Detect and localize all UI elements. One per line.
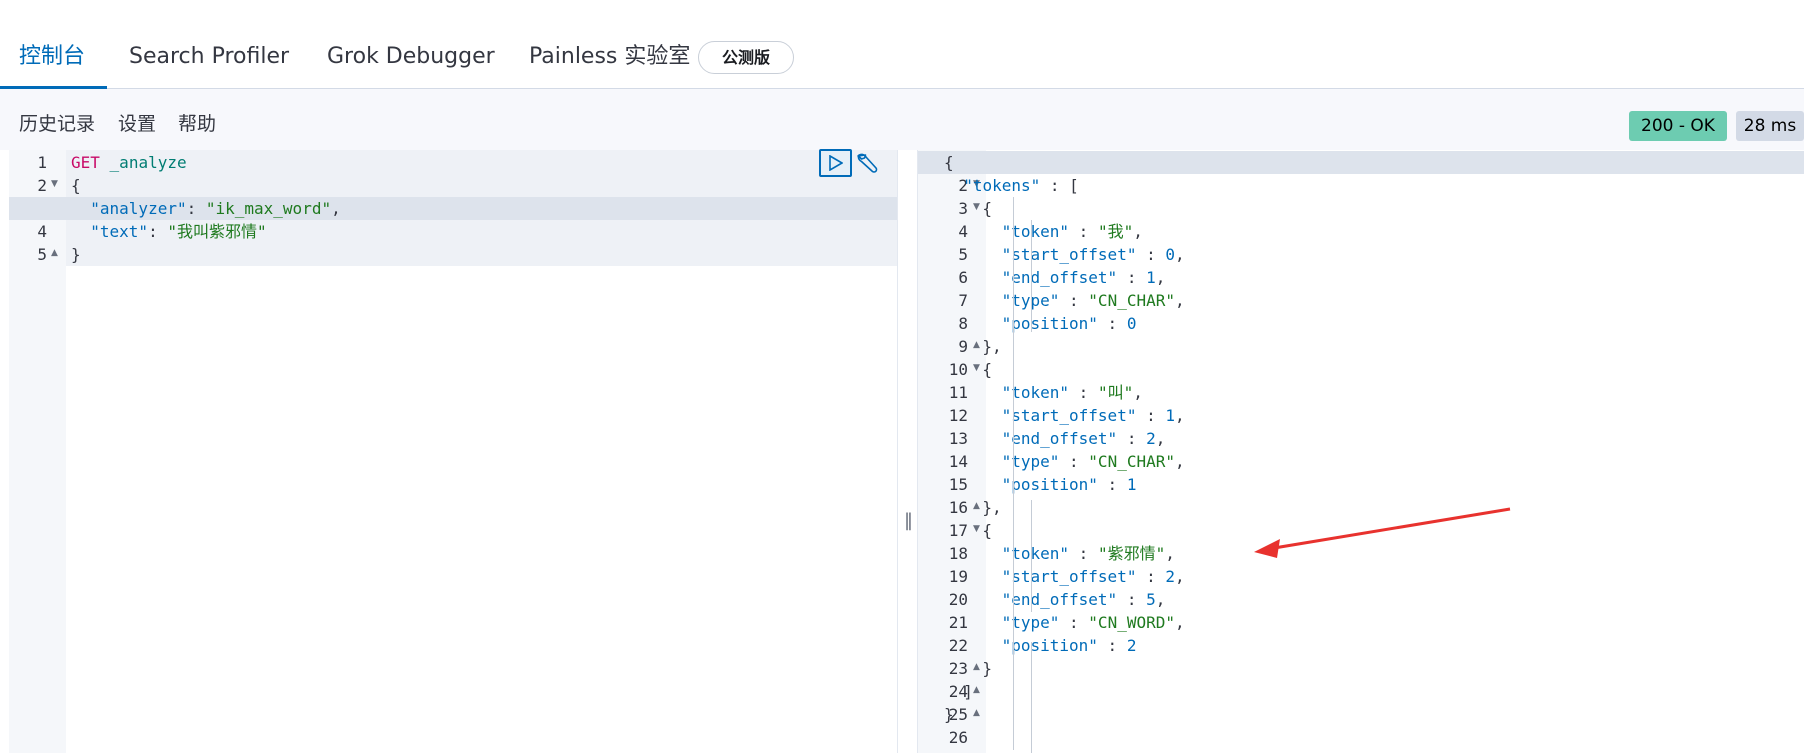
code-line: "token" : "紫邪情", (1001, 544, 1175, 563)
line-number: 13 (948, 429, 968, 448)
line-number: 2 (958, 176, 968, 195)
line-number: 25 (948, 705, 968, 724)
fold-down-icon[interactable]: ▼ (973, 363, 980, 373)
code-line: GET _analyze (71, 151, 187, 174)
code-line: { (982, 199, 993, 218)
help-link[interactable]: 帮助 (178, 111, 216, 137)
resize-handle-icon: ‖ (904, 510, 913, 531)
code-line: "position" : 2 (1001, 636, 1137, 655)
response-status-badge: 200 - OK (1629, 111, 1727, 141)
tab-grok-debugger[interactable]: Grok Debugger (327, 40, 495, 74)
active-line (918, 151, 1804, 174)
code-line: "type" : "CN_CHAR", (1002, 291, 1185, 310)
endpoint: _analyze (109, 153, 187, 172)
request-gutter: 1 2 3 4 5 ▼ ▲ (9, 150, 66, 753)
tab-search-profiler[interactable]: Search Profiler (129, 40, 289, 74)
play-icon (829, 155, 843, 171)
line-number: 17 (948, 521, 968, 540)
line-number: 7 (958, 291, 968, 310)
fold-up-icon[interactable]: ▲ (973, 340, 980, 350)
code-line: "start_offset" : 0, (1001, 245, 1185, 264)
response-editor[interactable]: 1▼2▼3▼456789▲10▼111213141516▲17▼18192021… (918, 150, 1804, 753)
code-line: "token" : "叫", (1001, 383, 1143, 402)
code-line: "position" : 1 (1001, 475, 1137, 494)
tab-bar: 控制台 Search Profiler Grok Debugger Painle… (0, 0, 1804, 89)
response-time-badge: 28 ms (1736, 111, 1804, 141)
line-number: 26 (948, 728, 968, 747)
http-method: GET (71, 153, 100, 172)
line-number: 4 (958, 222, 968, 241)
code-line: } (944, 705, 954, 724)
line-number: 12 (948, 406, 968, 425)
line-number: 24 (948, 682, 968, 701)
code-line: "type" : "CN_CHAR", (1001, 452, 1185, 471)
code-line: }, (982, 498, 1002, 517)
line-number: 5 (958, 245, 968, 264)
fold-up-icon[interactable]: ▲ (973, 685, 980, 695)
fold-down-icon[interactable]: ▼ (973, 524, 980, 534)
line-number: 22 (948, 636, 968, 655)
tab-console[interactable]: 控制台 (19, 40, 85, 74)
code-line: "end_offset" : 2, (1001, 429, 1166, 448)
code-line: } (71, 245, 81, 264)
code-line: { (982, 360, 993, 379)
code-line: "type" : "CN_WORD", (1001, 613, 1185, 632)
code-line: ] (963, 682, 973, 701)
fold-up-icon[interactable]: ▲ (973, 708, 980, 718)
panel-resizer[interactable]: ‖ (897, 150, 918, 753)
send-request-button[interactable] (819, 149, 852, 177)
code-line: "start_offset" : 2, (1001, 567, 1185, 586)
fold-up-icon[interactable]: ▲ (973, 662, 980, 672)
line-number: 15 (948, 475, 968, 494)
code-line: } (982, 659, 993, 678)
request-editor[interactable]: 1 2 3 4 5 ▼ ▲ GET _analyze { "analyzer":… (9, 150, 897, 753)
line-number: 23 (948, 659, 968, 678)
line-number: 2 (37, 176, 47, 195)
code-line: "text": "我叫紫邪情" (90, 222, 267, 241)
line-number: 3 (958, 199, 968, 218)
fold-down-icon[interactable]: ▼ (973, 202, 980, 212)
history-link[interactable]: 历史记录 (19, 111, 95, 137)
code-line: "start_offset" : 1, (1001, 406, 1185, 425)
code-line: "analyzer": "ik_max_word", (90, 199, 341, 218)
code-line: "token" : "我", (1001, 222, 1143, 241)
line-number: 16 (948, 498, 968, 517)
response-gutter: 1▼2▼3▼456789▲10▼111213141516▲17▼18192021… (918, 150, 986, 753)
fold-up-icon[interactable]: ▲ (51, 248, 58, 258)
wrench-icon[interactable] (854, 150, 880, 178)
line-number: 10 (948, 360, 968, 379)
line-number: 14 (948, 452, 968, 471)
line-number: 5 (37, 245, 47, 264)
code-line: { (944, 153, 954, 172)
code-line: "end_offset" : 5, (1001, 590, 1166, 609)
settings-link[interactable]: 设置 (118, 111, 156, 137)
line-number: 8 (958, 314, 968, 333)
code-line: { (71, 176, 81, 195)
line-number: 21 (948, 613, 968, 632)
line-number: 18 (948, 544, 968, 563)
beta-badge: 公测版 (698, 41, 794, 74)
line-number: 19 (948, 567, 968, 586)
fold-down-icon[interactable]: ▼ (51, 179, 58, 189)
line-number: 20 (948, 590, 968, 609)
code-line: "tokens" : [ (963, 176, 1079, 195)
code-line: "position" : 0 (1001, 314, 1137, 333)
line-number: 1 (37, 153, 47, 172)
code-line: }, (982, 337, 1002, 356)
line-number: 9 (958, 337, 968, 356)
line-number: 4 (37, 222, 47, 241)
line-number: 6 (958, 268, 968, 287)
fold-up-icon[interactable]: ▲ (973, 501, 980, 511)
line-number: 11 (948, 383, 968, 402)
console-toolbar: 历史记录 设置 帮助 (0, 89, 1804, 150)
code-line: "end_offset" : 1, (1001, 268, 1166, 287)
code-line: { (982, 521, 993, 540)
tab-painless-lab[interactable]: Painless 实验室 (529, 40, 690, 74)
